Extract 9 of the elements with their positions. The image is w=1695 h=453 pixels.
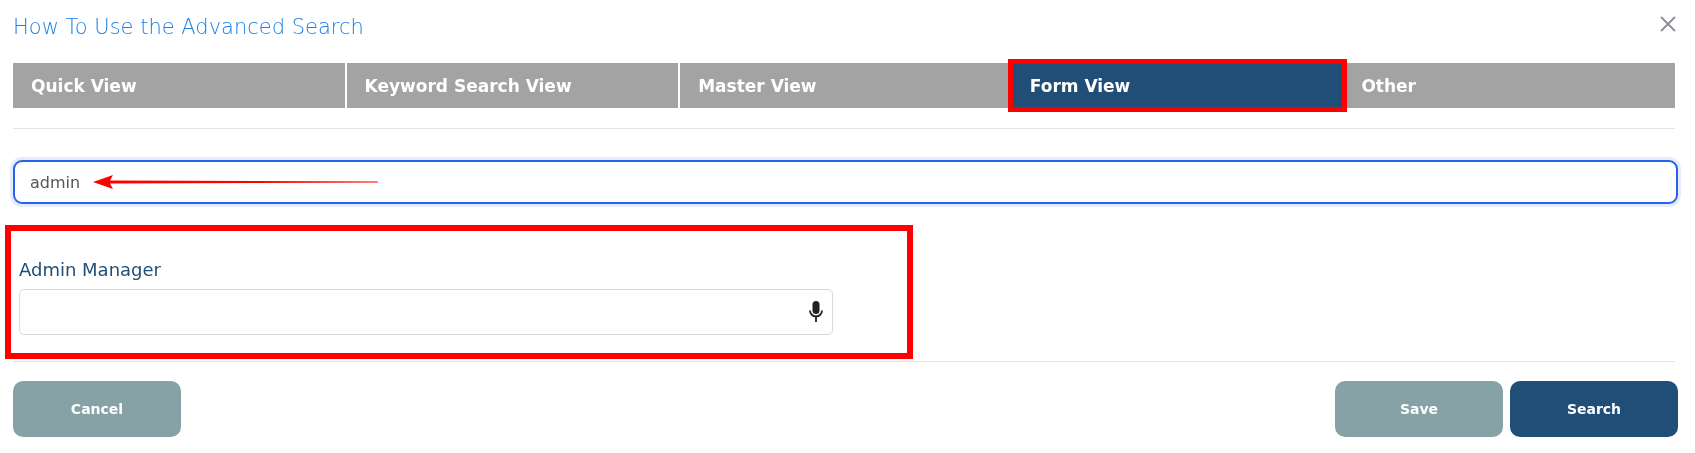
input-field[interactable] — [19, 289, 833, 335]
field-label: Admin Manager — [19, 259, 162, 280]
cancel-button[interactable]: Cancel — [13, 381, 181, 437]
dialog-title: How To Use the Advanced Search — [13, 15, 364, 39]
save-button[interactable]: Save — [1335, 381, 1503, 437]
search-button[interactable]: Search — [1510, 381, 1678, 437]
search-field[interactable]: admin — [13, 160, 1678, 204]
microphone-icon[interactable] — [809, 301, 823, 323]
close-icon[interactable] — [1660, 16, 1676, 32]
